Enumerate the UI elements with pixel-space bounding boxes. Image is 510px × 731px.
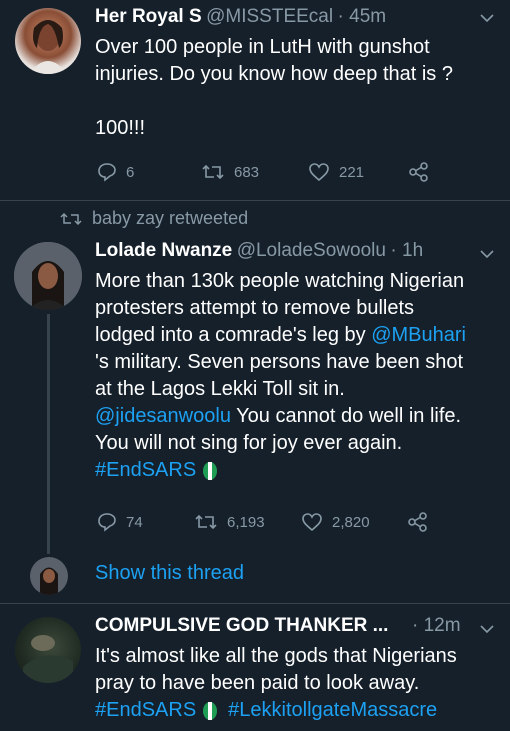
mention-link[interactable]: @jidesanwoolu: [95, 405, 231, 427]
tweet-body: More than 130k people watching Nigerian …: [95, 268, 500, 484]
avatar-portrait-icon: [29, 20, 67, 74]
nigeria-flag-icon: [203, 701, 218, 720]
hashtag-link[interactable]: #EndSARS: [95, 457, 196, 484]
share-button[interactable]: [407, 512, 429, 532]
tweet-text-line: injuries. Do you know how deep that is ?: [95, 63, 453, 85]
author-handle[interactable]: @LoladeSowoolu: [237, 240, 386, 261]
retweet-count: 683: [234, 163, 260, 181]
avatar[interactable]: [14, 242, 82, 310]
reply-button[interactable]: 6: [97, 162, 201, 182]
tweet-text-line: It's almost like all the gods that Niger…: [95, 645, 457, 667]
hashtag-link[interactable]: #LekkitollgateMassacre: [228, 697, 437, 724]
author-name[interactable]: Lolade Nwanze: [95, 240, 232, 261]
tweet-text-line: Over 100 people in LutH with gunshot: [95, 36, 430, 58]
retweet-icon: [195, 514, 217, 530]
avatar[interactable]: [15, 8, 81, 74]
tweet-text-line: @jidesanwoolu You cannot do well in life…: [95, 403, 500, 430]
retweet-context: baby zay retweeted: [60, 208, 248, 229]
retweet-count: 6,193: [227, 513, 265, 531]
tweet-text-line: #EndSARS #LekkitollgateMassacre: [95, 697, 505, 724]
author-handle[interactable]: @MISSTEEcal: [206, 6, 333, 27]
author-name[interactable]: Her Royal S: [95, 6, 202, 27]
tweet-body: It's almost like all the gods that Niger…: [95, 643, 505, 724]
tweet-actions: 74 6,193 2,820: [97, 512, 429, 532]
nigeria-flag-icon: [203, 461, 218, 480]
tweet-1[interactable]: Her Royal S @MISSTEEcal · 45m Over 100 p…: [0, 0, 510, 205]
like-button[interactable]: 221: [308, 162, 408, 182]
retweet-button[interactable]: 683: [201, 162, 308, 182]
avatar-portrait-icon: [23, 635, 73, 683]
retweeted-by-label[interactable]: baby zay retweeted: [92, 208, 248, 229]
hashtag-link[interactable]: #EndSARS: [95, 697, 196, 724]
like-icon: [302, 513, 322, 532]
reply-icon: [98, 163, 116, 182]
like-count: 2,820: [332, 513, 370, 531]
thread-line: [47, 314, 50, 554]
chevron-down-icon[interactable]: [480, 621, 494, 637]
tweet-2[interactable]: baby zay retweeted Lolade Nwanze @Lolade…: [0, 200, 510, 605]
share-icon: [409, 162, 428, 182]
timestamp[interactable]: · 1h: [390, 240, 423, 261]
timestamp[interactable]: · 12m: [412, 615, 461, 637]
author-name[interactable]: COMPULSIVE GOD THANKER ...: [95, 615, 388, 636]
reply-count: 74: [126, 513, 143, 531]
mention-link[interactable]: @MBuhari: [371, 324, 466, 346]
tweet-text-line: lodged into a comrade's leg by @MBuhari: [95, 322, 500, 349]
show-thread-link[interactable]: Show this thread: [95, 562, 244, 585]
tweet-text-line: at the Lagos Lekki Toll sit in.: [95, 378, 345, 400]
avatar-portrait-icon: [40, 567, 58, 595]
tweet-text-line: pray to have been paid to look away.: [95, 672, 420, 694]
like-count: 221: [339, 163, 365, 181]
avatar-small[interactable]: [30, 557, 68, 595]
tweet-text-segment: You cannot do well in life.: [230, 405, 462, 427]
reply-button[interactable]: 74: [97, 512, 194, 532]
tweet-text-line: protesters attempt to remove bullets: [95, 297, 415, 319]
like-icon: [309, 163, 329, 182]
timestamp[interactable]: · 45m: [338, 6, 387, 27]
avatar-portrait-icon: [14, 242, 82, 310]
retweet-icon: [202, 164, 224, 180]
tweet-text-line: 100!!!: [95, 117, 146, 139]
reply-icon: [98, 513, 116, 532]
like-button[interactable]: 2,820: [301, 512, 407, 532]
chevron-down-icon[interactable]: [480, 246, 494, 262]
chevron-down-icon[interactable]: [480, 10, 494, 26]
tweet-text-segment: lodged into a comrade's leg by: [95, 324, 372, 346]
tweet-actions: 6 683 221: [97, 162, 430, 182]
retweet-button[interactable]: 6,193: [194, 512, 301, 532]
share-button[interactable]: [408, 162, 430, 182]
share-icon: [408, 512, 427, 532]
tweet-text-line: More than 130k people watching Nigerian: [95, 270, 465, 292]
tweet-text-line: You will not sing for joy ever again.: [95, 432, 403, 454]
reply-count: 6: [126, 163, 135, 181]
avatar[interactable]: [15, 617, 81, 683]
tweet-text-line: #EndSARS: [95, 457, 500, 484]
tweet-body: Over 100 people in LutH with gunshot inj…: [95, 34, 453, 142]
tweet-3[interactable]: COMPULSIVE GOD THANKER ... · 12m It's al…: [0, 603, 510, 731]
tweet-text-line: 's military. Seven persons have been sho…: [95, 351, 464, 373]
retweet-icon: [60, 212, 82, 225]
